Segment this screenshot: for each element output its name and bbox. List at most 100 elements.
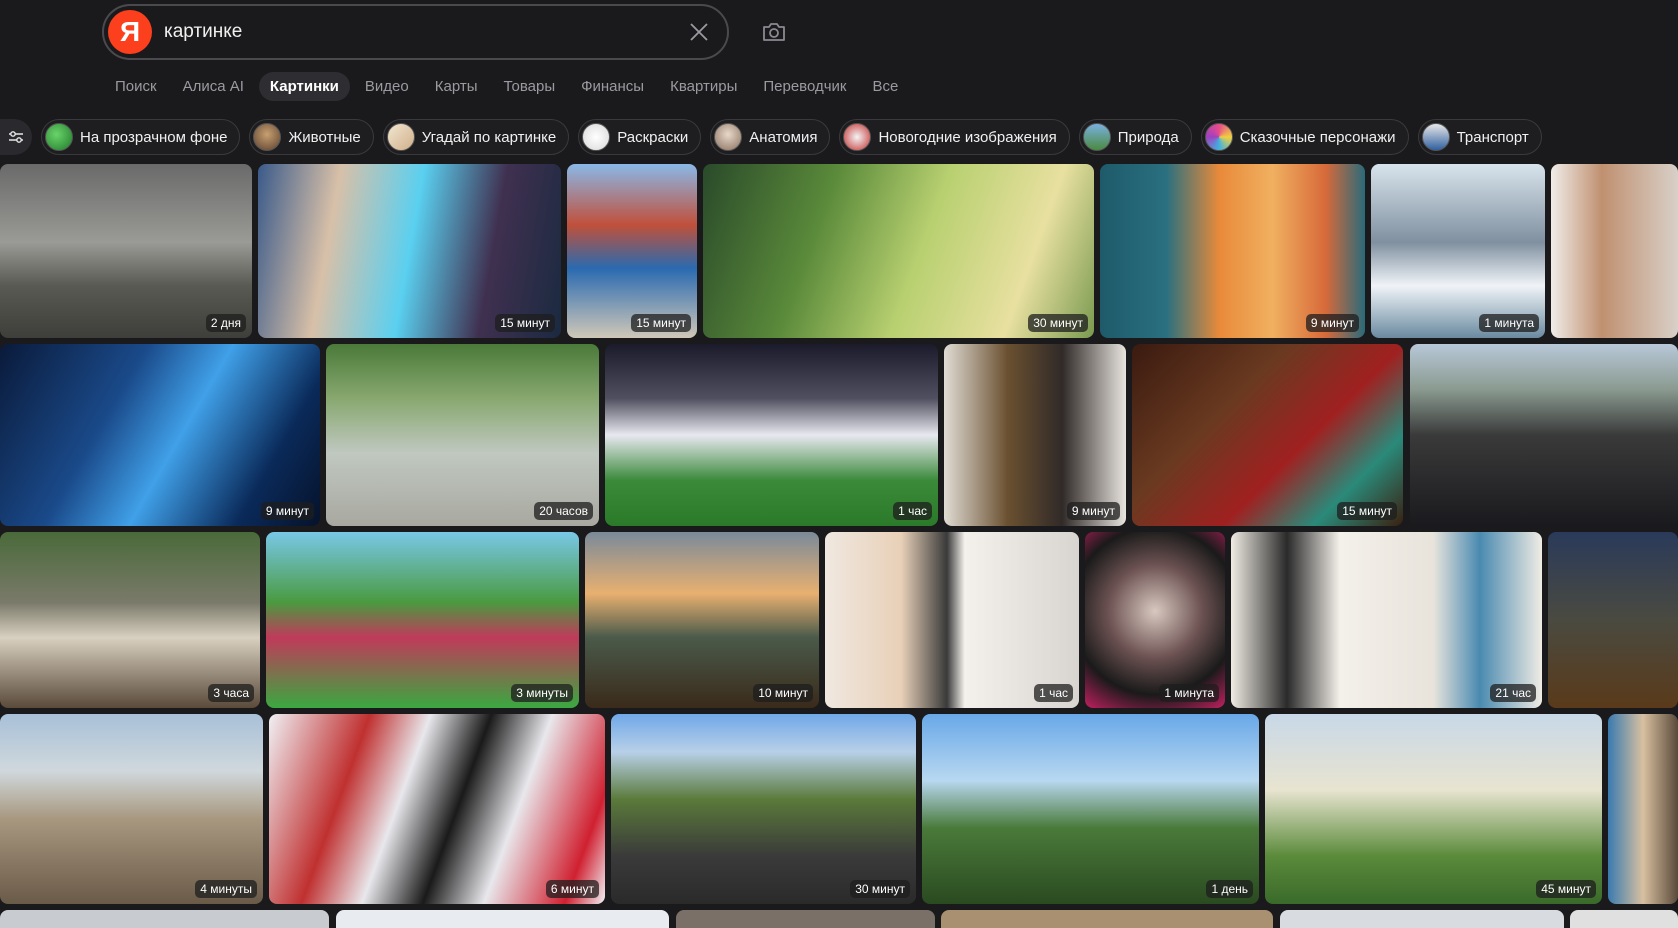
yandex-logo[interactable]: Я	[108, 10, 152, 54]
chip-anatomy[interactable]: Анатомия	[710, 119, 831, 155]
image-result[interactable]	[941, 910, 1273, 928]
image-result[interactable]: 3 часа	[0, 532, 260, 708]
time-badge: 45 минут	[1536, 880, 1596, 898]
image-search-button[interactable]	[756, 14, 792, 50]
service-tabs: Поиск Алиса AI Картинки Видео Карты Това…	[104, 70, 909, 102]
image-result[interactable]	[1548, 532, 1678, 708]
image-result[interactable]	[0, 910, 329, 928]
chip-transparent-bg[interactable]: На прозрачном фоне	[41, 119, 241, 155]
image-result[interactable]: 9 минут	[944, 344, 1126, 526]
chip-label: Природа	[1117, 128, 1179, 146]
image-result[interactable]: 9 минут	[1100, 164, 1365, 338]
time-badge: 30 минут	[850, 880, 910, 898]
tab-alice-ai[interactable]: Алиса AI	[172, 72, 255, 101]
time-badge: 30 минут	[1028, 314, 1088, 332]
time-badge: 1 час	[1034, 684, 1073, 702]
chip-label: Анатомия	[749, 128, 818, 146]
clear-button[interactable]	[679, 12, 719, 52]
image-result[interactable]	[1570, 910, 1678, 928]
image-result[interactable]	[1410, 344, 1678, 526]
image-result[interactable]	[676, 910, 935, 928]
time-badge: 15 минут	[631, 314, 691, 332]
image-result[interactable]: 10 минут	[585, 532, 819, 708]
image-result[interactable]: 1 час	[605, 344, 938, 526]
chip-transport[interactable]: Транспорт	[1417, 119, 1542, 155]
chip-guess-picture[interactable]: Угадай по картинке	[382, 119, 570, 155]
time-badge: 1 минута	[1159, 684, 1219, 702]
image-result[interactable]: 15 минут	[567, 164, 697, 338]
image-result[interactable]: 1 час	[825, 532, 1079, 708]
time-badge: 10 минут	[753, 684, 813, 702]
camera-icon	[763, 23, 785, 41]
time-badge: 1 день	[1206, 880, 1253, 898]
image-result[interactable]: 9 минут	[0, 344, 320, 526]
filters-button[interactable]	[0, 119, 32, 155]
image-result[interactable]: 30 минут	[611, 714, 916, 904]
chip-thumbnail	[843, 123, 872, 151]
image-result[interactable]: 45 минут	[1265, 714, 1602, 904]
tab-translate[interactable]: Переводчик	[752, 72, 857, 101]
tab-all[interactable]: Все	[862, 72, 910, 101]
chip-label: Сказочные персонажи	[1239, 128, 1396, 146]
image-result[interactable]: 15 минут	[1132, 344, 1403, 526]
image-result[interactable]: 4 минуты	[0, 714, 263, 904]
tab-finance[interactable]: Финансы	[570, 72, 655, 101]
time-badge: 20 часов	[534, 502, 593, 520]
time-badge: 15 минут	[1337, 502, 1397, 520]
chip-thumbnail	[45, 123, 73, 151]
chip-nature[interactable]: Природа	[1078, 119, 1192, 155]
image-result[interactable]: 6 минут	[269, 714, 605, 904]
chip-thumbnail	[582, 123, 611, 151]
chip-new-year[interactable]: Новогодние изображения	[839, 119, 1070, 155]
image-result[interactable]	[1551, 164, 1678, 338]
time-badge: 1 час	[893, 502, 932, 520]
image-result[interactable]	[1280, 910, 1564, 928]
chip-label: Раскраски	[617, 128, 689, 146]
chip-thumbnail	[714, 123, 743, 151]
time-badge: 1 минута	[1479, 314, 1539, 332]
tab-products[interactable]: Товары	[493, 72, 567, 101]
chip-label: На прозрачном фоне	[80, 128, 228, 146]
tab-video[interactable]: Видео	[354, 72, 420, 101]
time-badge: 15 минут	[495, 314, 555, 332]
chip-animals[interactable]: Животные	[249, 119, 374, 155]
close-icon	[690, 23, 708, 41]
suggestion-chips: На прозрачном фоне Животные Угадай по ка…	[0, 119, 1542, 155]
image-result[interactable]: 15 минут	[258, 164, 561, 338]
chip-thumbnail	[1082, 123, 1111, 151]
tab-realty[interactable]: Квартиры	[659, 72, 748, 101]
chip-label: Транспорт	[1456, 128, 1529, 146]
image-result[interactable]: 20 часов	[326, 344, 599, 526]
image-result[interactable]: 1 минута	[1085, 532, 1225, 708]
image-result[interactable]	[1608, 714, 1678, 904]
tab-search[interactable]: Поиск	[104, 72, 168, 101]
image-result[interactable]: 3 минуты	[266, 532, 579, 708]
image-result[interactable]	[336, 910, 669, 928]
chip-thumbnail	[1204, 123, 1233, 151]
image-result[interactable]: 30 минут	[703, 164, 1094, 338]
tab-maps[interactable]: Карты	[424, 72, 489, 101]
chip-thumbnail	[253, 123, 282, 151]
time-badge: 3 минуты	[511, 684, 573, 702]
chip-thumbnail	[386, 123, 415, 151]
time-badge: 4 минуты	[195, 880, 257, 898]
time-badge: 9 минут	[260, 502, 314, 520]
tab-images[interactable]: Картинки	[258, 71, 350, 101]
search-input[interactable]: картинке	[164, 21, 679, 43]
chip-label: Животные	[288, 128, 361, 146]
time-badge: 21 час	[1490, 684, 1536, 702]
chip-coloring[interactable]: Раскраски	[578, 119, 702, 155]
chip-thumbnail	[1421, 123, 1450, 151]
chip-fairy-characters[interactable]: Сказочные персонажи	[1200, 119, 1409, 155]
sliders-icon	[9, 131, 23, 143]
image-result[interactable]: 1 день	[922, 714, 1259, 904]
image-result[interactable]: 1 минута	[1371, 164, 1545, 338]
time-badge: 9 минут	[1066, 502, 1120, 520]
image-result[interactable]: 21 час	[1231, 532, 1542, 708]
time-badge: 9 минут	[1305, 314, 1359, 332]
search-bar: Я картинке	[102, 4, 729, 60]
chip-label: Новогодние изображения	[878, 128, 1057, 146]
chip-label: Угадай по картинке	[421, 128, 557, 146]
time-badge: 3 часа	[208, 684, 254, 702]
image-result[interactable]: 2 дня	[0, 164, 252, 338]
